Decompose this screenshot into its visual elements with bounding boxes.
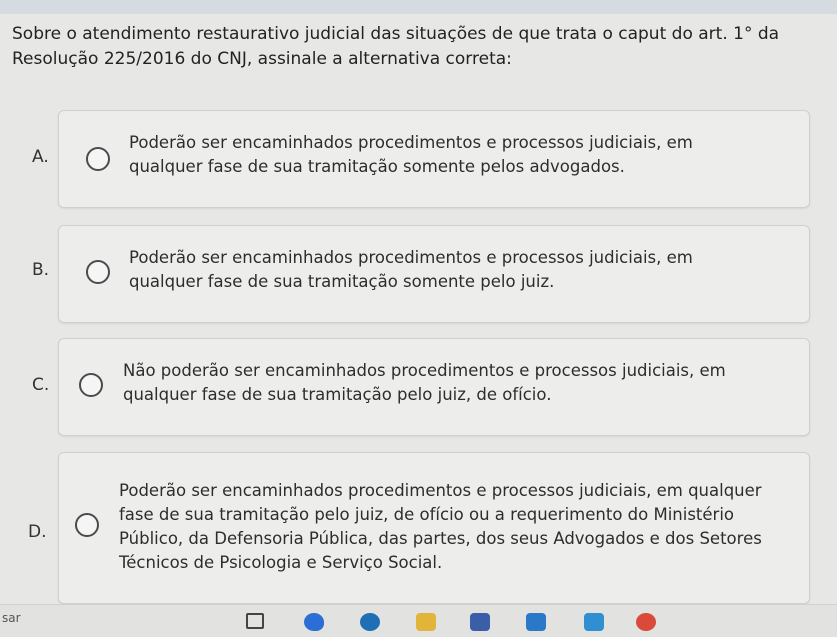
option-a[interactable]: Poderão ser encaminhados procedimentos e… — [58, 110, 810, 208]
taskbar-search-text[interactable]: sar — [2, 611, 21, 625]
option-d-radio[interactable] — [75, 513, 99, 537]
paint-icon[interactable] — [304, 613, 324, 631]
option-b-radio[interactable] — [86, 260, 110, 284]
option-b-text: Poderão ser encaminhados procedimentos e… — [129, 248, 693, 291]
option-a-letter: A. — [32, 147, 49, 167]
browser-top-strip — [0, 0, 837, 14]
option-d-letter: D. — [28, 522, 47, 542]
option-c-radio[interactable] — [79, 373, 103, 397]
question-text: Sobre o atendimento restaurativo judicia… — [12, 24, 780, 69]
file-explorer-icon[interactable] — [416, 613, 436, 631]
option-d-text: Poderão ser encaminhados procedimentos e… — [119, 481, 762, 572]
store-icon[interactable] — [470, 613, 490, 631]
option-b-letter: B. — [32, 260, 50, 280]
edge-icon[interactable] — [360, 613, 380, 631]
task-view-icon[interactable] — [246, 613, 264, 629]
option-a-radio[interactable] — [86, 147, 110, 171]
taskbar: sar — [0, 604, 837, 637]
option-a-text: Poderão ser encaminhados procedimentos e… — [129, 133, 693, 176]
option-c-text: Não poderão ser encaminhados procediment… — [123, 361, 726, 404]
chrome-icon[interactable] — [636, 613, 656, 631]
option-c-letter: C. — [32, 375, 50, 395]
mail-icon[interactable] — [526, 613, 546, 631]
photos-icon[interactable] — [584, 613, 604, 631]
option-c[interactable]: Não poderão ser encaminhados procediment… — [58, 338, 810, 436]
option-b[interactable]: Poderão ser encaminhados procedimentos e… — [58, 225, 810, 323]
option-d[interactable]: Poderão ser encaminhados procedimentos e… — [58, 452, 810, 604]
